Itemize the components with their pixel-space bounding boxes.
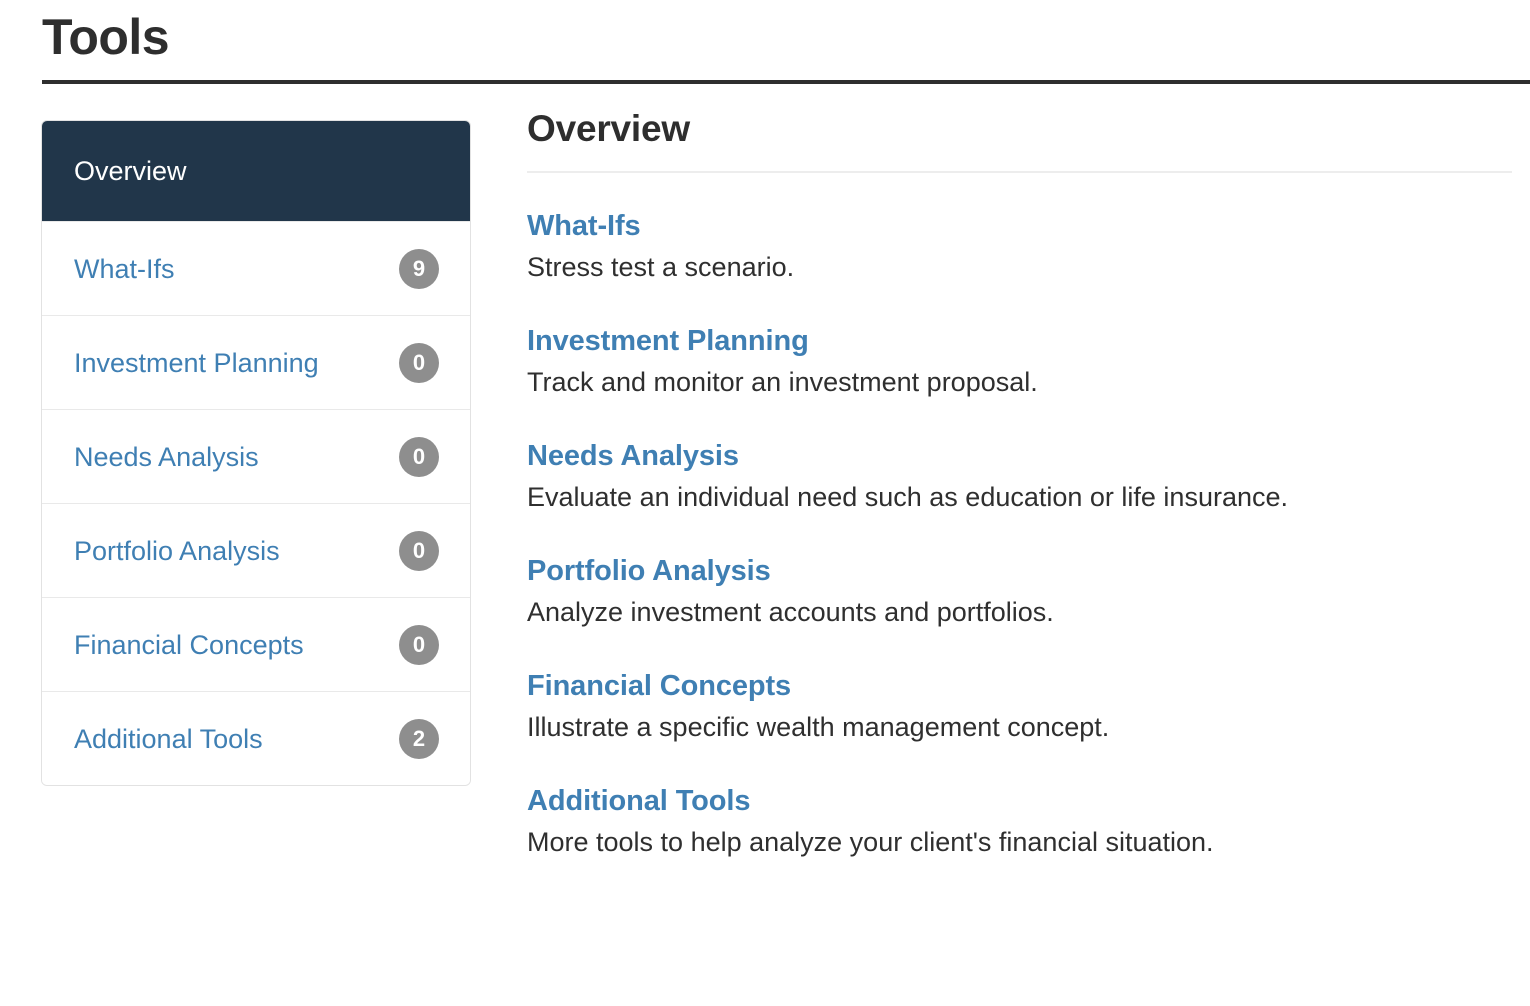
- sidebar-item-portfolio-analysis[interactable]: Portfolio Analysis 0: [42, 503, 470, 597]
- sidebar-item-label: Financial Concepts: [74, 629, 304, 660]
- page-title: Tools: [42, 9, 170, 65]
- sidebar-item-count-badge: 0: [399, 624, 439, 665]
- tools-page: Tools Overview What-Ifs 9 Investment Pla…: [0, 0, 1530, 1006]
- sidebar-item-financial-concepts[interactable]: Financial Concepts 0: [42, 597, 470, 691]
- tools-sidebar-nav: Overview What-Ifs 9 Investment Planning …: [41, 120, 471, 786]
- tool-description: Track and monitor an investment proposal…: [527, 367, 1038, 397]
- sidebar-item-count-badge: 0: [399, 342, 439, 383]
- sidebar-item-what-ifs[interactable]: What-Ifs 9: [42, 221, 470, 315]
- tool-entry-additional-tools: Additional Tools More tools to help anal…: [527, 783, 1512, 859]
- tool-entry-needs-analysis: Needs Analysis Evaluate an individual ne…: [527, 438, 1512, 514]
- sidebar-item-label: What-Ifs: [74, 253, 175, 284]
- sidebar-item-needs-analysis[interactable]: Needs Analysis 0: [42, 409, 470, 503]
- tool-entry-investment-planning: Investment Planning Track and monitor an…: [527, 323, 1512, 399]
- tool-link[interactable]: Additional Tools: [527, 783, 1512, 819]
- tool-description: More tools to help analyze your client's…: [527, 827, 1214, 857]
- tool-description: Illustrate a specific wealth management …: [527, 712, 1110, 742]
- tool-list: What-Ifs Stress test a scenario. Investm…: [527, 208, 1512, 859]
- page-content: Overview What-Ifs 9 Investment Planning …: [0, 86, 1530, 1006]
- tool-link[interactable]: Needs Analysis: [527, 438, 1512, 474]
- tool-entry-portfolio-analysis: Portfolio Analysis Analyze investment ac…: [527, 553, 1512, 629]
- sidebar-item-label: Investment Planning: [74, 347, 319, 378]
- sidebar-item-count-badge: 2: [399, 718, 439, 759]
- overview-heading: Overview: [527, 108, 690, 149]
- sidebar-item-count-badge: 0: [399, 436, 439, 477]
- tool-link[interactable]: Financial Concepts: [527, 668, 1512, 704]
- sidebar-item-label: Overview: [74, 156, 187, 186]
- sidebar-item-additional-tools[interactable]: Additional Tools 2: [42, 691, 470, 785]
- sidebar-item-label: Needs Analysis: [74, 441, 259, 472]
- tool-entry-financial-concepts: Financial Concepts Illustrate a specific…: [527, 668, 1512, 744]
- tool-link[interactable]: Portfolio Analysis: [527, 553, 1512, 589]
- page-header: Tools: [42, 0, 1530, 86]
- tool-entry-what-ifs: What-Ifs Stress test a scenario.: [527, 208, 1512, 284]
- tool-description: Evaluate an individual need such as educ…: [527, 482, 1288, 512]
- tool-description: Stress test a scenario.: [527, 252, 795, 282]
- sidebar-item-count-badge: 0: [399, 530, 439, 571]
- sidebar-item-overview[interactable]: Overview: [42, 121, 470, 221]
- tool-link[interactable]: Investment Planning: [527, 323, 1512, 359]
- overview-heading-divider: [527, 171, 1512, 173]
- tool-link[interactable]: What-Ifs: [527, 208, 1512, 244]
- sidebar-item-investment-planning[interactable]: Investment Planning 0: [42, 315, 470, 409]
- overview-panel: Overview What-Ifs Stress test a scenario…: [527, 106, 1512, 859]
- sidebar-item-label: Additional Tools: [74, 723, 263, 754]
- header-divider: [42, 80, 1530, 84]
- sidebar-item-count-badge: 9: [399, 248, 439, 289]
- sidebar-item-label: Portfolio Analysis: [74, 535, 280, 566]
- tool-description: Analyze investment accounts and portfoli…: [527, 597, 1054, 627]
